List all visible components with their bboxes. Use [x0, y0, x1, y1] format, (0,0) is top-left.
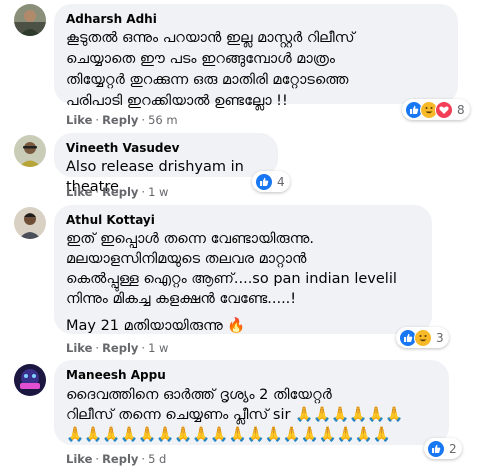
haha-icon [414, 328, 432, 347]
reply-link[interactable]: Reply [102, 341, 138, 355]
comment-text: ഇത് ഇപ്പൊൾ തന്നെ വേണ്ടായിരുന്നു. മലയാളസി… [66, 231, 397, 307]
like-link[interactable]: Like [66, 341, 92, 355]
comment-bubble: Vineeth Vasudev Also release drishyam in… [54, 133, 278, 195]
reaction-count: 4 [277, 174, 285, 189]
like-link[interactable]: Like [66, 452, 92, 466]
timestamp[interactable]: 1 w [148, 341, 168, 355]
reaction-count: 2 [449, 441, 457, 456]
reaction-summary[interactable]: 2 [424, 438, 462, 459]
comment-author[interactable]: Vineeth Vasudev [66, 140, 266, 156]
avatar[interactable] [14, 4, 46, 36]
like-link[interactable]: Like [66, 185, 92, 199]
comment-bubble: Adharsh Adhi കൂടുതൽ ഒന്നും പറയാൻ ഇല്ല മാ… [54, 4, 458, 109]
comment-text: ദൈവത്തിനെ ഓർത്ത് ദൃശ്യം 2 തിയേറ്റർ റിലീസ… [66, 387, 404, 443]
reaction-count: 3 [436, 330, 444, 345]
comment-actions: Like · Reply · 1 w [66, 185, 169, 199]
reply-link[interactable]: Reply [102, 185, 138, 199]
timestamp[interactable]: 56 m [148, 113, 178, 127]
timestamp[interactable]: 1 w [148, 185, 168, 199]
comment-actions: Like · Reply · 1 w [66, 341, 169, 355]
comment-bubble: Athul Kottayi ഇത് ഇപ്പൊൾ തന്നെ വേണ്ടായിര… [54, 205, 432, 334]
like-link[interactable]: Like [66, 113, 92, 127]
avatar[interactable] [14, 135, 46, 167]
like-icon [255, 172, 273, 191]
comment-text: കൂടുതൽ ഒന്നും പറയാൻ ഇല്ല മാസ്റ്റർ റിലീസ്… [66, 30, 355, 109]
comment-author[interactable]: Maneesh Appu [66, 367, 437, 383]
reaction-summary[interactable]: 3 [396, 327, 449, 348]
love-icon [435, 100, 453, 119]
comment-bubble: Maneesh Appu ദൈവത്തിനെ ഓർത്ത് ദൃശ്യം 2 ത… [54, 360, 449, 445]
reaction-summary[interactable]: 4 [252, 171, 290, 192]
comment-actions: Like · Reply · 5 d [66, 452, 167, 466]
reaction-summary[interactable]: 8 [402, 99, 470, 120]
comment-author[interactable]: Adharsh Adhi [66, 11, 446, 27]
reply-link[interactable]: Reply [102, 113, 138, 127]
comment-author[interactable]: Athul Kottayi [66, 212, 420, 228]
comment-text-second: May 21 മതിയായിരുന്നു 🔥 [66, 318, 246, 334]
avatar[interactable] [14, 364, 46, 396]
like-icon [427, 439, 445, 458]
comment-actions: Like · Reply · 56 m [66, 113, 178, 127]
avatar[interactable] [14, 207, 46, 239]
reaction-count: 8 [457, 102, 465, 117]
timestamp[interactable]: 5 d [148, 452, 166, 466]
reply-link[interactable]: Reply [102, 452, 138, 466]
